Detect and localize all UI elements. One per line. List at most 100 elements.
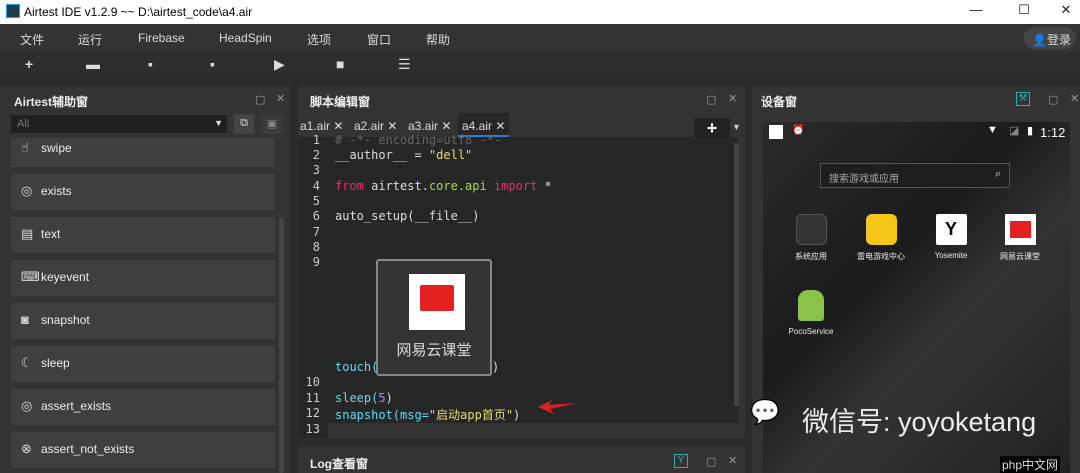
close-button[interactable]: ✕ <box>1052 2 1080 22</box>
api-item-sleep[interactable]: ☾ sleep <box>11 346 275 382</box>
menu-firebase[interactable]: Firebase <box>138 31 185 45</box>
app-netease-cloud-class[interactable]: 网易云课堂 <box>980 214 1060 262</box>
app-label: Yosemite <box>934 251 968 260</box>
image-thumbnail[interactable]: 网易云课堂 <box>376 259 492 376</box>
panel-close-icon[interactable]: ✕ <box>1070 92 1079 105</box>
system-apps-icon <box>795 214 827 245</box>
menu-window[interactable]: 窗口 <box>367 31 391 48</box>
moon-icon: ☾ <box>21 355 33 370</box>
api-item-swipe[interactable]: ☝ swipe <box>11 138 275 167</box>
open-folder-icon[interactable]: ▬ <box>86 56 100 72</box>
code-number: 5 <box>378 391 386 405</box>
panel-close-icon[interactable]: ✕ <box>728 92 737 105</box>
scrollbar[interactable] <box>734 143 739 406</box>
line-number: 8 <box>312 240 320 254</box>
search-placeholder: 搜索游戏或应用 <box>829 174 899 185</box>
item-label: assert_exists <box>41 399 112 413</box>
line-number: 1 <box>312 133 320 147</box>
api-item-text[interactable]: ▤ text <box>11 217 275 253</box>
line-number: 4 <box>312 179 320 193</box>
line-number: 5 <box>312 194 320 208</box>
scrollbar[interactable] <box>279 218 284 473</box>
api-item-exists[interactable]: ◎ exists <box>11 174 275 210</box>
api-item-keyevent[interactable]: ⌨ keyevent <box>11 260 275 296</box>
battery-icon: ▮ <box>1027 125 1034 137</box>
current-line-highlight <box>328 423 738 438</box>
report-icon[interactable]: ☰ <box>398 56 411 73</box>
tools-icon[interactable]: ⚒ <box>1016 92 1030 106</box>
login-button[interactable]: 👤登录 <box>1024 27 1076 49</box>
filter-dropdown[interactable]: All ▼ <box>11 115 227 133</box>
item-label: sleep <box>41 356 70 370</box>
netease-icon <box>1009 221 1031 238</box>
code-line: from airtest.core.api import * <box>335 179 552 193</box>
watermark-text: 微信号: yoyoketang <box>802 407 1037 437</box>
record-icon[interactable]: ▣ <box>262 114 282 134</box>
menu-headspin[interactable]: HeadSpin <box>219 31 272 45</box>
run-icon[interactable]: ▶ <box>274 56 285 73</box>
float-icon[interactable]: ▢ <box>255 93 265 106</box>
save-as-icon[interactable]: ▪ <box>210 56 215 72</box>
panel-close-icon[interactable]: ✕ <box>276 92 285 105</box>
panel-close-icon[interactable]: ✕ <box>728 454 737 467</box>
api-item-assert-not-exists[interactable]: ⊗ assert_not_exists <box>11 432 275 468</box>
code-area[interactable]: 1 # -*- encoding=utf8 -*- 2 __author__ = "… <box>298 133 739 438</box>
save-icon[interactable]: ▪ <box>148 56 153 72</box>
assistant-panel-title: Airtest辅助窗 <box>14 95 89 109</box>
float-icon[interactable]: ▢ <box>1048 93 1058 106</box>
check-search-icon: ◎ <box>21 183 33 198</box>
swipe-icon: ☝ <box>21 140 29 155</box>
close-icon[interactable]: ✕ <box>495 119 505 133</box>
new-icon[interactable]: + <box>25 56 33 72</box>
target-icon: ◎ <box>21 398 33 413</box>
menu-bar: 文件 运行 Firebase HeadSpin 选项 窗口 帮助 👤登录 <box>0 24 1080 52</box>
window-title: Airtest IDE v1.2.9 ~~ D:\airtest_code\a4… <box>24 5 253 19</box>
close-icon[interactable]: ✕ <box>441 119 451 133</box>
minimize-button[interactable]: — <box>962 2 990 22</box>
api-item-assert-exists[interactable]: ◎ assert_exists <box>11 389 275 425</box>
menu-file[interactable]: 文件 <box>20 31 44 48</box>
line-number: 11 <box>305 391 320 405</box>
code-function: snapshot(msg= <box>335 408 429 422</box>
float-icon[interactable]: ▢ <box>706 455 716 468</box>
target-x-icon: ⊗ <box>21 441 32 456</box>
item-label: text <box>41 227 61 241</box>
stop-icon[interactable]: ■ <box>336 56 344 72</box>
close-icon[interactable]: ✕ <box>387 119 397 133</box>
api-item-snapshot[interactable]: ◙ snapshot <box>11 303 275 339</box>
app-icon <box>6 4 20 18</box>
code-token: ) <box>385 391 393 405</box>
item-label: snapshot <box>41 313 90 327</box>
code-token: ) <box>513 408 521 422</box>
netease-cloud-class-logo <box>409 274 465 330</box>
add-tab-button[interactable]: + <box>694 118 730 138</box>
code-function: touch( <box>335 360 379 374</box>
maximize-button[interactable]: ☐ <box>1010 2 1038 22</box>
filter-icon[interactable]: Y <box>674 454 688 468</box>
php-site-watermark: php中文网 <box>1000 456 1061 473</box>
tab-label: a3.air <box>408 119 439 133</box>
code-keyword: from <box>335 179 364 193</box>
close-icon[interactable]: ✕ <box>333 119 343 133</box>
wechat-icon: 💬 <box>750 399 780 426</box>
menu-help[interactable]: 帮助 <box>426 31 450 48</box>
app-yosemite[interactable]: Y Yosemite <box>911 214 991 260</box>
app-poco-service[interactable]: PocoService <box>771 290 851 336</box>
app-leidian-game-center[interactable]: 雷电游戏中心 <box>841 214 921 262</box>
float-icon[interactable]: ▢ <box>706 93 716 106</box>
code-line: auto_setup(__file__) <box>335 209 480 223</box>
code-line: # -*- encoding=utf8 -*- <box>335 133 502 147</box>
app-search-input[interactable]: 搜索游戏或应用 ⌕ <box>820 163 1010 188</box>
notification-icon <box>769 125 783 139</box>
code-token: * <box>537 179 552 193</box>
menu-run[interactable]: 运行 <box>78 31 102 48</box>
line-number: 7 <box>312 225 320 239</box>
chevron-down-icon[interactable]: ▼ <box>732 122 741 132</box>
app-label: 雷电游戏中心 <box>857 252 905 261</box>
line-number: 10 <box>305 375 320 389</box>
app-system[interactable]: 系统应用 <box>771 214 851 262</box>
wifi-icon: ▼ <box>987 124 998 136</box>
menu-options[interactable]: 选项 <box>307 31 331 48</box>
capture-icon[interactable]: ⧉ <box>234 114 254 134</box>
android-icon <box>798 290 824 321</box>
